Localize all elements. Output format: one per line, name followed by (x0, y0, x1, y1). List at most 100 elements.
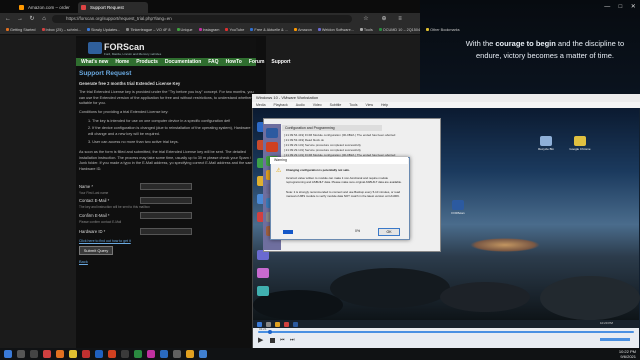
home-icon[interactable]: ⌂ (40, 15, 48, 23)
app-icon[interactable] (284, 321, 289, 327)
vlc-icon[interactable] (186, 350, 194, 358)
next-icon[interactable]: ⏭ (290, 338, 295, 343)
taskbar (0, 348, 640, 360)
folder-icon[interactable] (275, 321, 280, 327)
app-icon[interactable] (95, 350, 103, 358)
bookmark-item[interactable]: OCUMD 10 – 2Q1504 (378, 27, 421, 32)
bookmark-item[interactable]: Free & Aktuelle & ... (250, 28, 288, 32)
bookmark-label: YouTube (229, 27, 245, 32)
forscan-desktop-icon[interactable] (452, 200, 464, 210)
name-field[interactable] (140, 183, 192, 190)
hardware-id-field[interactable] (140, 228, 192, 235)
vm-title: Windows 10 - VMware Workstation (252, 94, 640, 102)
vm-menu-item[interactable]: Video (313, 103, 322, 107)
bookmark-item[interactable]: Inbox (25) – schrini... (41, 28, 81, 32)
app-icon[interactable] (160, 350, 168, 358)
app-icon[interactable] (82, 350, 90, 358)
chrome-icon[interactable] (574, 136, 586, 146)
forscan-menu-item[interactable]: HowTo (226, 59, 242, 65)
vm-menu-item[interactable]: Playback (274, 103, 288, 107)
brave-icon[interactable] (108, 350, 116, 358)
recycle-bin-icon[interactable] (540, 136, 552, 146)
app-icon[interactable] (134, 350, 142, 358)
vm-menu-item[interactable]: Tools (349, 103, 357, 107)
warning-icon: ⚠ (276, 168, 282, 174)
vm-menu-item[interactable]: Media (256, 103, 266, 107)
vm-menu-item[interactable]: View (365, 103, 373, 107)
play-icon[interactable]: ▶ (258, 337, 265, 344)
minimize-button[interactable]: — (604, 4, 610, 10)
forscan-taskbar-icon[interactable] (293, 321, 298, 327)
app-icon[interactable] (147, 350, 155, 358)
back-arrow-icon[interactable]: ← (4, 15, 12, 23)
condition-3: 3. User can access no more than two acti… (88, 140, 179, 144)
menu-icon[interactable]: ≡ (396, 15, 404, 23)
seek-bar[interactable] (258, 331, 634, 333)
tab-support-request[interactable]: Support Request (78, 2, 148, 13)
intro-paragraph: The trial Extended License key is provid… (79, 90, 259, 105)
bookmark-item[interactable]: Getting Started (6, 28, 36, 32)
bookmark-item[interactable]: Other Bookmarks (426, 28, 460, 32)
page-subtitle: Generate free 2 months trial Extended Li… (79, 81, 181, 86)
folder-icon[interactable] (69, 350, 77, 358)
forscan-menu-item[interactable]: Products (136, 59, 158, 65)
bookmark-icon (250, 28, 254, 31)
bookmark-item[interactable]: YouTube (225, 28, 244, 32)
bookmark-icon (426, 28, 430, 31)
vm-desktop-icon[interactable] (257, 286, 269, 296)
tab-amazon[interactable]: Amazon.com – order History (16, 2, 76, 21)
task-view-icon[interactable] (30, 350, 38, 358)
forscan-menu-item[interactable]: FAQ (208, 59, 218, 65)
app-icon[interactable] (173, 350, 181, 358)
windows-start-icon[interactable] (4, 350, 12, 358)
email-field[interactable] (140, 197, 192, 204)
tab-configuration[interactable]: Configuration and Programming (282, 125, 382, 131)
forscan-menu-item[interactable]: Documentation (165, 59, 201, 65)
confirm-email-field[interactable] (140, 212, 192, 219)
volume-slider[interactable] (600, 338, 630, 341)
search-icon[interactable] (266, 321, 271, 327)
back-link[interactable]: Back (79, 259, 88, 264)
bookmark-label: Slowly Updates... (91, 27, 121, 32)
bookmark-item[interactable]: Unique (176, 28, 193, 32)
app-icon[interactable] (43, 350, 51, 358)
vm-menu-item[interactable]: Audio (296, 103, 305, 107)
start-icon[interactable] (257, 321, 262, 327)
previous-icon[interactable]: ⏮ (280, 338, 285, 343)
forscan-menu-item[interactable]: Support (271, 59, 290, 65)
forscan-menu-item[interactable]: Forum (249, 59, 265, 65)
firefox-icon[interactable] (56, 350, 64, 358)
bookmark-item[interactable]: Instagram (198, 28, 219, 32)
forscan-menu-item[interactable]: Home (115, 59, 129, 65)
bookmark-item[interactable]: Tinkerleague – VO 4F 8 (126, 28, 171, 32)
bookmark-item[interactable]: Weldon Software... (317, 28, 354, 32)
app-icon[interactable] (121, 350, 129, 358)
vehicle-info-icon[interactable] (266, 128, 278, 138)
hardware-id-help-link[interactable]: Click here to find out how to get it (79, 239, 131, 243)
seek-knob[interactable] (268, 330, 272, 334)
dtc-icon[interactable] (266, 142, 278, 152)
search-icon[interactable] (17, 350, 25, 358)
bookmark-label: Other Bookmarks (430, 27, 460, 32)
vm-desktop-icon[interactable] (257, 268, 269, 278)
ok-button[interactable]: OK (378, 228, 400, 236)
bookmark-item[interactable]: Slowly Updates... (87, 28, 120, 32)
vm-menu-item[interactable]: Subtitle (330, 103, 342, 107)
address-bar[interactable]: https://forscan.org/support/request_tria… (52, 15, 352, 23)
bookmarks-bar: Getting Started Inbox (25) – schrini... Sl… (0, 25, 460, 35)
submit-button[interactable]: Submit Query (79, 246, 113, 255)
bookmark-item[interactable]: Amazon (293, 28, 312, 32)
vmware-icon[interactable] (199, 350, 207, 358)
vm-menu-item[interactable]: Help (381, 103, 388, 107)
reload-icon[interactable]: ↻ (28, 15, 36, 23)
quote-bold: courage to begin (495, 39, 556, 48)
maximize-button[interactable]: □ (619, 4, 623, 10)
bookmark-label: OCUMD 10 – 2Q1504 (382, 27, 421, 32)
forscan-menu-item[interactable]: What's new (81, 59, 108, 65)
extensions-icon[interactable]: ⊕ (380, 15, 388, 23)
bookmark-item[interactable]: Tools (359, 28, 373, 32)
stop-icon[interactable] (270, 338, 275, 343)
close-button[interactable]: ✕ (631, 3, 636, 10)
forward-arrow-icon[interactable]: → (16, 15, 24, 23)
bookmark-star-icon[interactable]: ☆ (362, 15, 370, 23)
